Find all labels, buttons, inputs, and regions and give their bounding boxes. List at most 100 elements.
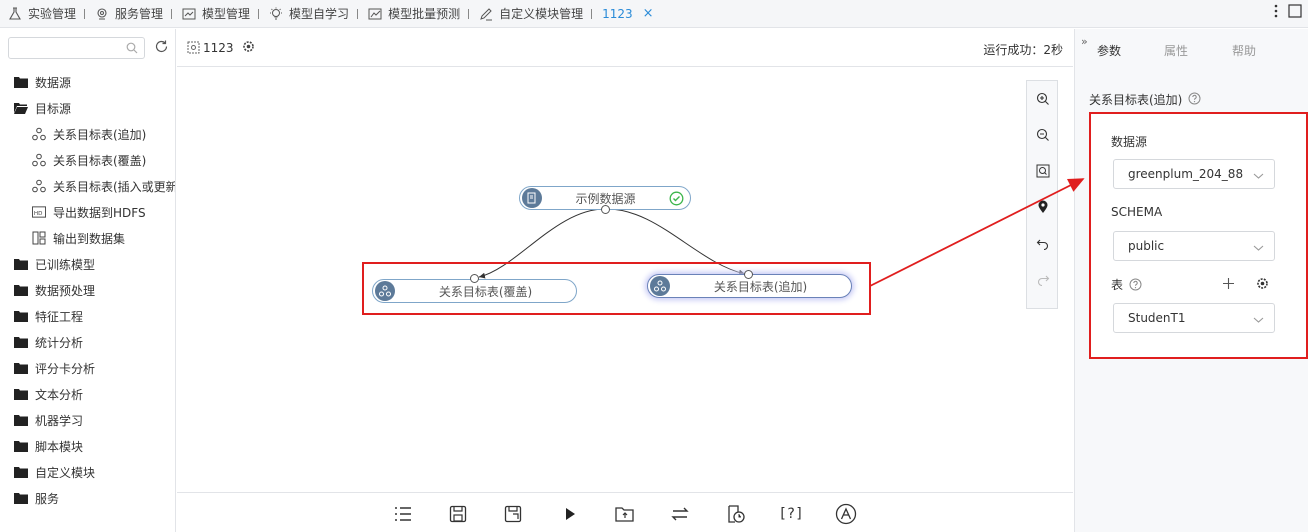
canvas-zoom-toolbar [1026, 80, 1058, 309]
datasource-value: greenplum_204_88 [1128, 167, 1244, 181]
lightbulb-icon [269, 7, 283, 21]
annotation-box-nodes [362, 262, 871, 315]
table-select[interactable]: StudenT1 [1113, 303, 1275, 333]
tab-params[interactable]: 参数 [1097, 42, 1121, 59]
tree-folder-trained-models[interactable]: 已训练模型 [0, 251, 175, 277]
tab-separator [258, 8, 260, 19]
tree-item-relation-target-append[interactable]: 关系目标表(追加) [0, 121, 175, 147]
tree-folder-text-analysis[interactable]: 文本分析 [0, 381, 175, 407]
editor-header: 1123 运行成功：2秒 [177, 29, 1073, 67]
table-label: 表 [1111, 277, 1124, 292]
relation-node-icon [32, 179, 46, 193]
gear-icon[interactable] [1256, 277, 1269, 290]
help-question-icon[interactable] [1129, 278, 1142, 291]
folder-icon [14, 309, 28, 323]
tree-folder-scorecard[interactable]: 评分卡分析 [0, 355, 175, 381]
help-bracket-icon[interactable]: [?] [778, 503, 803, 525]
tree-item-label: 特征工程 [35, 309, 84, 324]
tree-item-export-hdfs[interactable]: HD 导出数据到HDFS [0, 199, 175, 225]
tab-service-management[interactable]: 服务管理 [87, 0, 169, 28]
node-output-port[interactable] [601, 205, 610, 214]
table-value: StudenT1 [1128, 311, 1186, 325]
tab-label: 实验管理 [28, 7, 77, 21]
collapse-panel-icon[interactable]: » [1081, 35, 1088, 48]
tab-experiment-management[interactable]: 实验管理 [0, 0, 82, 28]
tree-item-label: 导出数据到HDFS [53, 205, 146, 220]
schema-label: SCHEMA [1111, 205, 1163, 219]
folder-icon [14, 257, 28, 271]
properties-title: 关系目标表(追加) [1089, 91, 1201, 108]
tree-item-label: 关系目标表(覆盖) [53, 153, 147, 168]
tab-1123[interactable]: 1123 × [594, 0, 659, 28]
tree-item-output-dataset[interactable]: 输出到数据集 [0, 225, 175, 251]
flow-name-label: 1123 [203, 40, 234, 55]
tab-model-batch-prediction[interactable]: 模型批量预测 [360, 0, 466, 28]
tree-item-label: 文本分析 [35, 387, 84, 402]
save-as-icon[interactable] [502, 503, 524, 525]
tree-folder-preprocessing[interactable]: 数据预处理 [0, 277, 175, 303]
redo-icon[interactable] [1034, 270, 1052, 288]
datasource-select[interactable]: greenplum_204_88 [1113, 159, 1275, 189]
undo-icon[interactable] [1034, 234, 1052, 252]
flask-icon [8, 6, 22, 21]
module-search-input[interactable] [9, 38, 119, 58]
more-vertical-icon[interactable] [1274, 4, 1278, 21]
tab-label: 模型管理 [202, 7, 251, 21]
tab-label: 模型批量预测 [388, 7, 461, 21]
list-icon[interactable] [392, 503, 414, 525]
tab-custom-module-management[interactable]: 自定义模块管理 [471, 0, 589, 28]
auto-layout-icon[interactable] [835, 503, 857, 525]
maximize-icon[interactable] [1288, 4, 1302, 21]
tab-attributes[interactable]: 属性 [1164, 42, 1188, 59]
model-chart-icon [182, 7, 196, 21]
relation-node-icon [32, 127, 46, 141]
schema-select[interactable]: public [1113, 231, 1275, 261]
folder-icon [14, 439, 28, 453]
module-search-box [8, 37, 145, 59]
properties-panel: » 参数 属性 帮助 关系目标表(追加) 数据源 greenplum_204_8… [1074, 29, 1308, 532]
close-icon[interactable]: × [643, 6, 654, 21]
tree-item-label: 关系目标表(追加) [53, 127, 147, 142]
tree-folder-target-source[interactable]: 目标源 [0, 95, 175, 121]
tree-folder-custom-module[interactable]: 自定义模块 [0, 459, 175, 485]
tree-folder-machine-learning[interactable]: 机器学习 [0, 407, 175, 433]
tab-help[interactable]: 帮助 [1232, 42, 1256, 59]
node-label: 示例数据源 [575, 191, 636, 206]
run-play-icon[interactable] [559, 503, 581, 525]
schedule-icon[interactable] [725, 503, 747, 525]
table-field-header: 表 [1111, 274, 1291, 294]
folder-export-icon[interactable] [614, 503, 636, 525]
tab-label: 自定义模块管理 [499, 7, 584, 21]
chevron-down-icon [1253, 313, 1264, 327]
tree-folder-script-module[interactable]: 脚本模块 [0, 433, 175, 459]
edit-icon [479, 7, 493, 21]
tree-folder-data-source[interactable]: 数据源 [0, 69, 175, 95]
location-pin-icon[interactable] [1034, 198, 1052, 216]
add-icon[interactable] [1222, 277, 1235, 290]
tree-folder-service[interactable]: 服务 [0, 485, 175, 511]
tree-item-label: 目标源 [35, 101, 72, 116]
hdfs-icon: HD [32, 205, 46, 219]
tree-folder-statistics[interactable]: 统计分析 [0, 329, 175, 355]
chevron-down-icon [1253, 169, 1264, 183]
search-icon[interactable] [126, 42, 138, 57]
save-icon[interactable] [447, 503, 469, 525]
folder-icon [14, 75, 28, 89]
workflow-editor: 1123 运行成功：2秒 示例数据源 关系目标表(覆盖) 关系目标表(追加) [… [177, 29, 1073, 532]
tab-model-self-learning[interactable]: 模型自学习 [261, 0, 355, 28]
folder-icon [14, 413, 28, 427]
tab-model-management[interactable]: 模型管理 [174, 0, 256, 28]
trend-chart-icon [368, 7, 382, 21]
zoom-out-icon[interactable] [1034, 126, 1052, 144]
tree-item-label: 自定义模块 [35, 465, 96, 480]
workflow-canvas[interactable]: 示例数据源 关系目标表(覆盖) 关系目标表(追加) [177, 68, 1073, 492]
refresh-icon[interactable] [154, 39, 169, 57]
tree-item-relation-target-upsert[interactable]: 关系目标表(插入或更新) [0, 173, 175, 199]
zoom-in-icon[interactable] [1034, 90, 1052, 108]
fit-view-icon[interactable] [1034, 162, 1052, 180]
help-question-icon[interactable] [1188, 92, 1201, 108]
gear-icon[interactable] [242, 40, 255, 56]
swap-icon[interactable] [669, 503, 691, 525]
tree-folder-feature-engineering[interactable]: 特征工程 [0, 303, 175, 329]
tree-item-relation-target-overwrite[interactable]: 关系目标表(覆盖) [0, 147, 175, 173]
